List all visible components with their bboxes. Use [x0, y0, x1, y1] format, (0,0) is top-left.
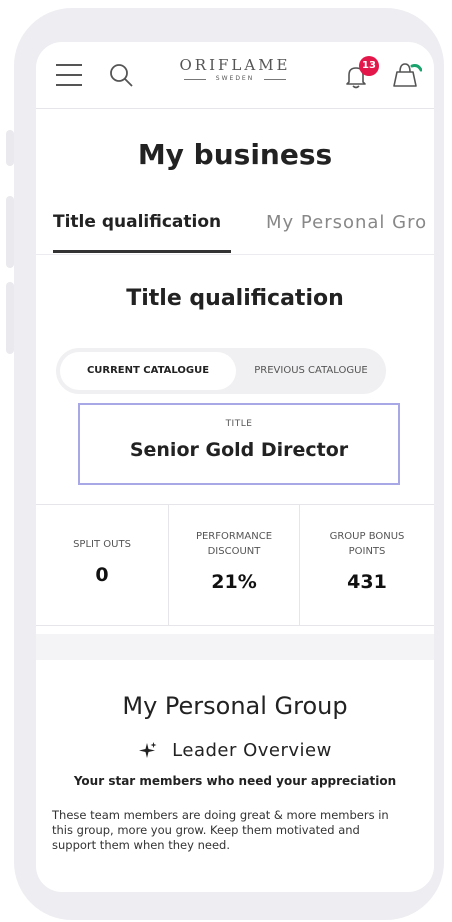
title-caption: TITLE	[225, 419, 253, 429]
stats-row: SPLIT OUTS 0 PERFORMANCE DISCOUNT 21% GR…	[36, 504, 434, 626]
leader-overview-label: Leader Overview	[172, 740, 332, 761]
brand-logo[interactable]: ORIFLAME SWEDEN	[176, 56, 294, 92]
section-title: Title qualification	[126, 286, 344, 311]
current-catalogue-button[interactable]: CURRENT CATALOGUE	[60, 352, 236, 390]
stat-performance-discount: PERFORMANCE DISCOUNT 21%	[169, 505, 299, 625]
personal-group-description: These team members are doing great & mor…	[52, 808, 389, 852]
page-title: My business	[137, 138, 333, 171]
tab-my-personal-group[interactable]: My Personal Gro	[266, 212, 427, 233]
previous-catalogue-button[interactable]: PREVIOUS CATALOGUE	[240, 352, 382, 390]
shopping-bag-icon[interactable]	[388, 60, 422, 90]
phone-side-button	[6, 196, 14, 268]
stat-group-bonus-points: GROUP BONUS POINTS 431	[300, 505, 434, 625]
active-tab-indicator	[53, 250, 231, 253]
stat-value: 0	[95, 564, 109, 586]
sparkle-icon	[139, 742, 157, 758]
stat-label: SPLIT OUTS	[73, 539, 131, 550]
tab-title-qualification[interactable]: Title qualification	[53, 212, 221, 232]
menu-icon[interactable]	[56, 64, 82, 86]
logo-subtext: SWEDEN	[176, 74, 294, 84]
title-box: TITLE Senior Gold Director	[78, 403, 400, 485]
tab-divider	[36, 254, 434, 255]
stat-value: 431	[347, 571, 387, 593]
phone-side-button	[6, 282, 14, 354]
stat-label: GROUP BONUS POINTS	[329, 531, 405, 557]
title-value: Senior Gold Director	[129, 439, 349, 461]
stat-value: 21%	[211, 571, 257, 593]
logo-text: ORIFLAME	[179, 56, 291, 74]
personal-group-title: My Personal Group	[122, 692, 348, 720]
phone-side-button	[6, 130, 14, 166]
tab-bar: Title qualification My Personal Gro	[36, 212, 434, 253]
top-bar: ORIFLAME SWEDEN 13	[36, 42, 434, 109]
stat-split-outs: SPLIT OUTS 0	[36, 505, 168, 625]
personal-group-subtitle: Your star members who need your apprecia…	[73, 774, 397, 788]
app-screen: ORIFLAME SWEDEN 13 My business Title qua…	[36, 42, 434, 892]
stat-label: PERFORMANCE DISCOUNT	[195, 531, 273, 557]
leader-overview-heading: Leader Overview	[36, 740, 434, 761]
notification-badge: 13	[359, 56, 379, 76]
catalogue-toggle: CURRENT CATALOGUE PREVIOUS CATALOGUE	[56, 348, 386, 394]
search-icon[interactable]	[108, 62, 134, 88]
